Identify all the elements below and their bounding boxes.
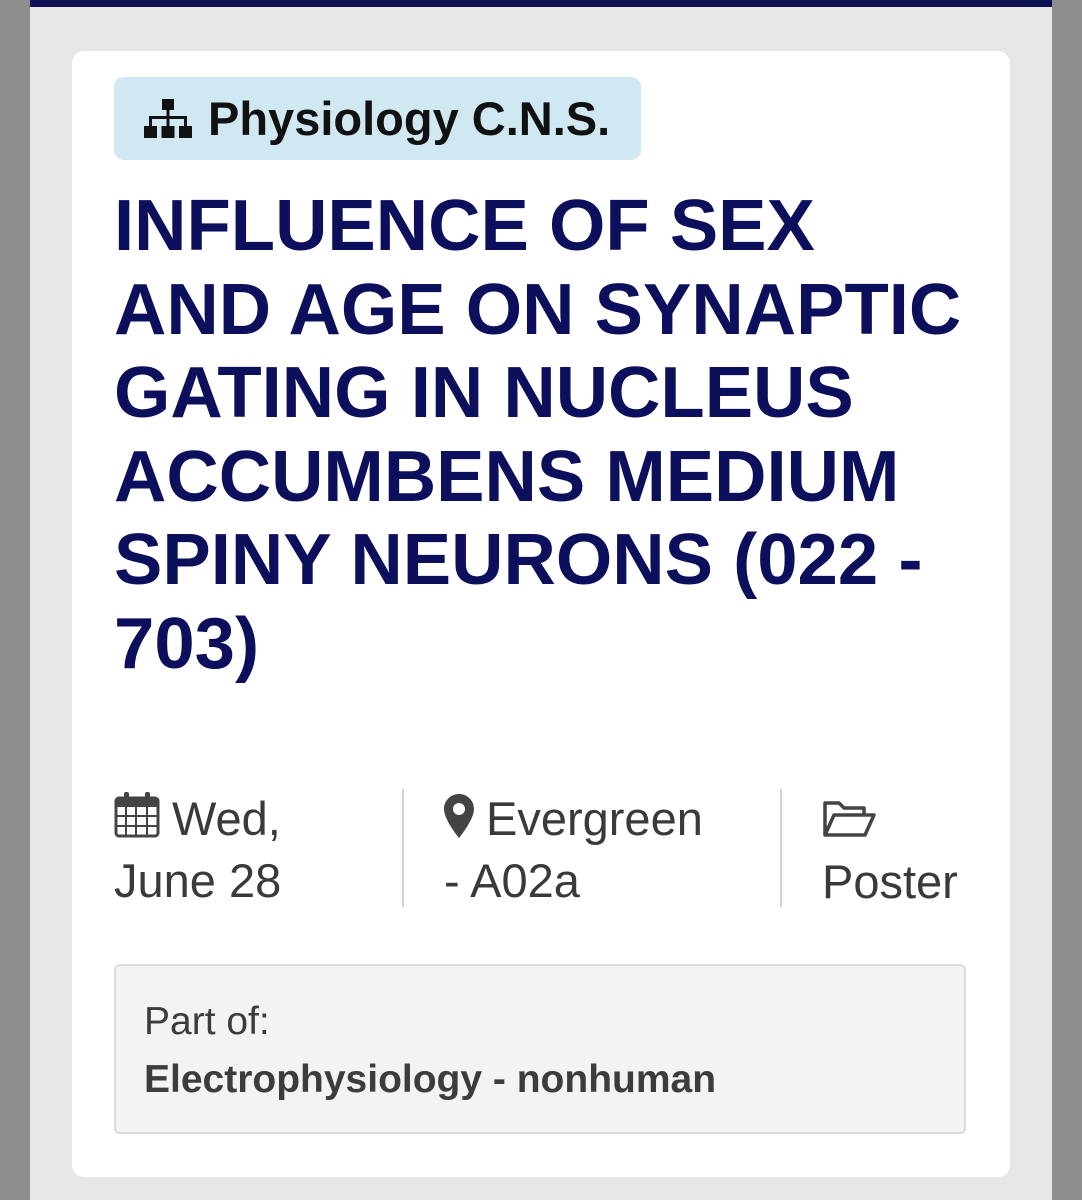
calendar-icon bbox=[114, 792, 160, 851]
type-info: Poster bbox=[822, 789, 974, 908]
category-tag[interactable]: Physiology C.N.S. bbox=[114, 77, 642, 160]
session-title: INFLUENCE OF SEX AND AGE ON SYNAPTIC GAT… bbox=[114, 185, 962, 684]
session-meta: Wed, June 28 Evergreen - A02a Poster bbox=[114, 789, 974, 908]
map-marker-icon bbox=[444, 792, 474, 851]
type-label: Poster bbox=[822, 855, 958, 908]
date-info: Wed, June 28 bbox=[114, 789, 374, 907]
session-card: Physiology C.N.S. INFLUENCE OF SEX AND A… bbox=[72, 51, 1010, 1177]
category-label: Physiology C.N.S. bbox=[208, 92, 611, 145]
date-line2: June 28 bbox=[114, 854, 282, 907]
sitemap-icon bbox=[144, 98, 192, 139]
location-line2: - A02a bbox=[444, 854, 580, 907]
location-info[interactable]: Evergreen - A02a bbox=[444, 789, 744, 907]
part-of-label: Part of: bbox=[144, 1000, 270, 1043]
meta-divider bbox=[780, 789, 782, 907]
date-line1: Wed, bbox=[172, 792, 281, 845]
location-line1: Evergreen bbox=[486, 792, 703, 845]
part-of-link[interactable]: Electrophysiology - nonhuman bbox=[144, 1054, 716, 1106]
meta-divider bbox=[402, 789, 404, 907]
page-frame: Physiology C.N.S. INFLUENCE OF SEX AND A… bbox=[30, 0, 1052, 1200]
part-of-box: Part of: Electrophysiology - nonhuman bbox=[114, 964, 966, 1134]
folder-open-icon bbox=[822, 793, 876, 852]
top-bar bbox=[30, 0, 1052, 7]
